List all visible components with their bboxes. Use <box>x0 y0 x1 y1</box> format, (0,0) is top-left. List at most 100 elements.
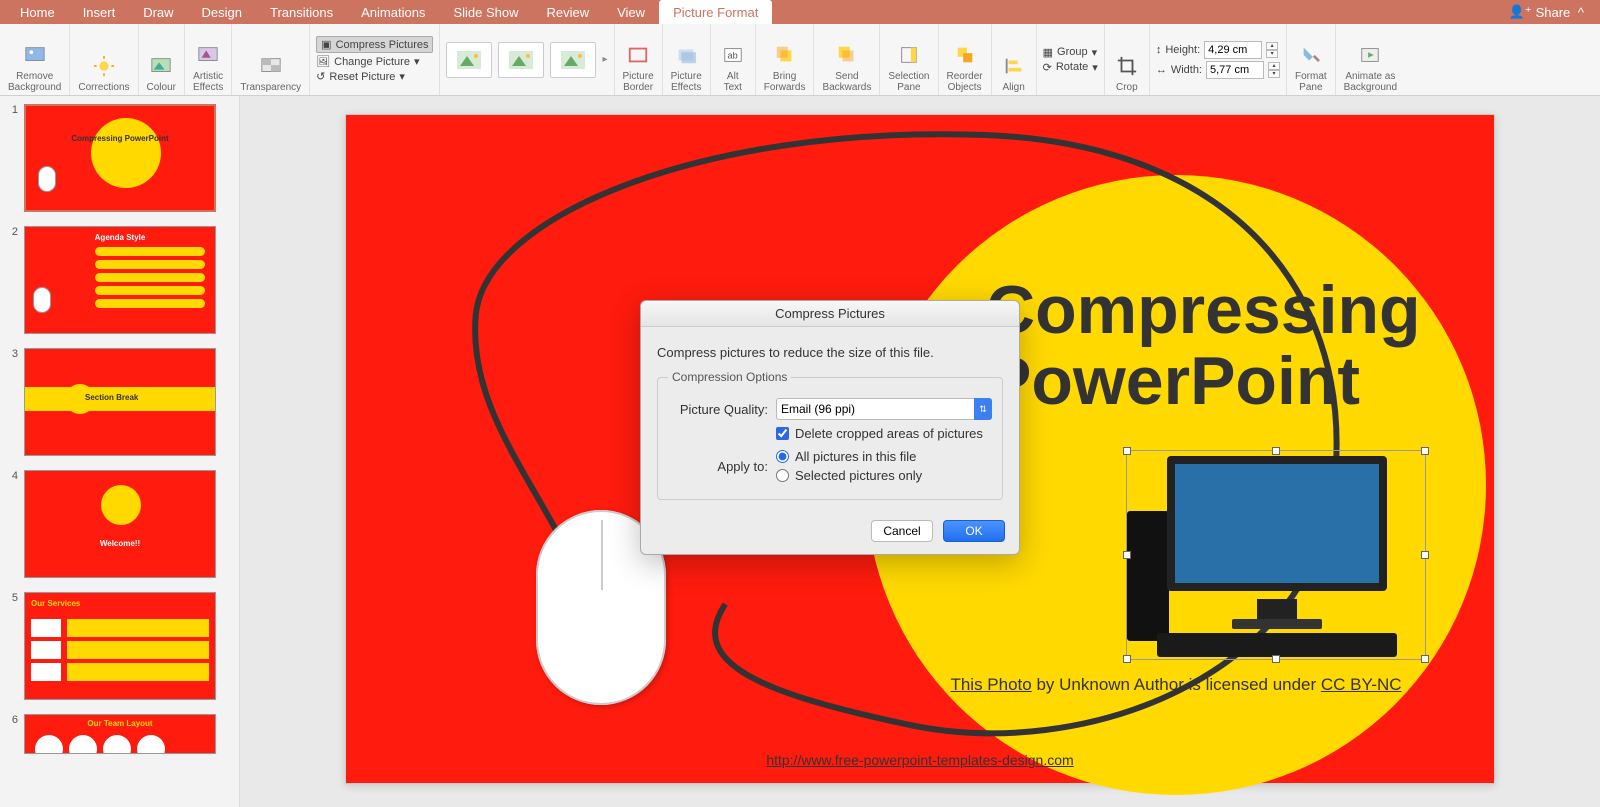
tab-animations[interactable]: Animations <box>347 0 439 24</box>
compress-pictures-dialog: Compress Pictures Compress pictures to r… <box>640 300 1020 555</box>
thumb-number: 4 <box>6 470 18 578</box>
license-link[interactable]: CC BY-NC <box>1321 675 1402 694</box>
thumb-slide-5[interactable]: Our Services <box>24 592 216 700</box>
dropdown-icon: ▾ <box>399 70 405 83</box>
footer-link: http://www.free-powerpoint-templates-des… <box>346 752 1494 768</box>
gallery-more-icon[interactable]: ▸ <box>602 54 607 65</box>
transparency-button[interactable]: Transparency <box>232 24 310 95</box>
tab-insert[interactable]: Insert <box>69 0 130 24</box>
corrections-button[interactable]: Corrections <box>70 24 138 95</box>
keyboard-shape <box>1157 633 1397 657</box>
apply-to-label: Apply to: <box>668 459 768 474</box>
picture-style-1[interactable] <box>446 42 492 78</box>
thumb-slide-1[interactable]: Compressing PowerPoint <box>24 104 216 212</box>
reorder-icon <box>951 41 979 69</box>
photo-attribution: This Photo by Unknown Author is licensed… <box>866 675 1486 695</box>
picture-style-3[interactable] <box>550 42 596 78</box>
apply-selected-label: Selected pictures only <box>795 468 922 483</box>
crop-icon <box>1113 52 1141 80</box>
height-input[interactable] <box>1204 41 1262 59</box>
change-picture-button[interactable]: 🖼 Change Picture ▾ <box>316 55 433 68</box>
alt-text-icon: ab <box>719 41 747 69</box>
thumb-number: 1 <box>6 104 18 212</box>
dropdown-icon: ▾ <box>1092 61 1098 74</box>
tab-slideshow[interactable]: Slide Show <box>439 0 532 24</box>
artistic-effects-button[interactable]: Artistic Effects <box>185 24 232 95</box>
compress-icon: ▣ <box>321 38 331 51</box>
group-button[interactable]: ▦Group▾ <box>1043 46 1098 59</box>
selected-picture[interactable] <box>1126 450 1426 660</box>
send-backwards-button[interactable]: Send Backwards <box>814 24 880 95</box>
template-source-link[interactable]: http://www.free-powerpoint-templates-des… <box>766 752 1073 768</box>
delete-cropped-label: Delete cropped areas of pictures <box>795 426 983 441</box>
collapse-ribbon-icon[interactable]: ^ <box>1574 5 1584 20</box>
share-icon: 👤⁺ <box>1509 4 1532 20</box>
computer-tower-shape <box>1127 511 1169 641</box>
thumb-slide-2[interactable]: Agenda Style <box>24 226 216 334</box>
alt-text-button[interactable]: ab Alt Text <box>711 24 756 95</box>
remove-background-button[interactable]: Remove Background <box>0 24 70 95</box>
height-label: Height: <box>1165 44 1200 56</box>
reorder-objects-button[interactable]: Reorder Objects <box>939 24 992 95</box>
share-label: Share <box>1536 5 1571 20</box>
thumb-slide-3[interactable]: Section Break <box>24 348 216 456</box>
width-input[interactable] <box>1206 61 1264 79</box>
select-dropdown-icon[interactable]: ⇅ <box>974 398 992 420</box>
apply-all-radio[interactable] <box>776 450 789 463</box>
rotate-icon: ⟳ <box>1043 61 1052 74</box>
send-back-icon <box>833 41 861 69</box>
height-icon: ↕ <box>1156 44 1162 56</box>
thumb-slide-6[interactable]: Our Team Layout <box>24 714 216 754</box>
picture-style-2[interactable] <box>498 42 544 78</box>
crop-button[interactable]: Crop <box>1105 24 1150 95</box>
colour-button[interactable]: Colour <box>139 24 185 95</box>
picture-colour-icon <box>147 52 175 80</box>
selection-pane-button[interactable]: Selection Pane <box>880 24 938 95</box>
align-button[interactable]: Align <box>992 24 1037 95</box>
group-icon: ▦ <box>1043 46 1053 59</box>
tab-picture-format[interactable]: Picture Format <box>659 0 772 24</box>
picture-quality-select[interactable]: Email (96 ppi) <box>776 398 992 420</box>
width-stepper[interactable]: ▴▾ <box>1268 62 1280 78</box>
thumb-slide-4[interactable]: Welcome!! <box>24 470 216 578</box>
border-icon <box>624 41 652 69</box>
tab-review[interactable]: Review <box>532 0 603 24</box>
picture-border-button[interactable]: Picture Border <box>615 24 663 95</box>
change-picture-icon: 🖼 <box>316 55 330 68</box>
slide-thumbnails-panel[interactable]: 1 Compressing PowerPoint 2 Agenda Style … <box>0 96 240 807</box>
effects-icon <box>672 41 700 69</box>
thumb-number: 5 <box>6 592 18 700</box>
reset-icon: ↺ <box>316 70 325 83</box>
delete-cropped-checkbox[interactable] <box>776 427 789 440</box>
picture-quality-label: Picture Quality: <box>668 402 768 417</box>
thumb-number: 2 <box>6 226 18 334</box>
svg-text:ab: ab <box>727 51 737 61</box>
compress-pictures-button[interactable]: ▣ Compress Pictures <box>316 36 433 53</box>
apply-selected-radio[interactable] <box>776 469 789 482</box>
artistic-icon <box>194 41 222 69</box>
share-button[interactable]: 👤⁺ Share ^ <box>1499 4 1594 20</box>
selection-pane-icon <box>895 41 923 69</box>
tab-transitions[interactable]: Transitions <box>256 0 347 24</box>
apply-all-label: All pictures in this file <box>795 449 916 464</box>
width-icon: ↔ <box>1156 64 1167 76</box>
format-pane-icon <box>1297 41 1325 69</box>
tab-draw[interactable]: Draw <box>129 0 187 24</box>
reset-picture-button[interactable]: ↺ Reset Picture ▾ <box>316 70 433 83</box>
height-stepper[interactable]: ▴▾ <box>1266 42 1278 58</box>
picture-effects-button[interactable]: Picture Effects <box>663 24 711 95</box>
tab-design[interactable]: Design <box>188 0 256 24</box>
cancel-button[interactable]: Cancel <box>871 520 933 542</box>
tab-view[interactable]: View <box>603 0 659 24</box>
ok-button[interactable]: OK <box>943 520 1005 542</box>
picture-styles-gallery[interactable]: ▸ <box>440 24 614 95</box>
format-pane-button[interactable]: Format Pane <box>1287 24 1336 95</box>
bring-forwards-button[interactable]: Bring Forwards <box>756 24 815 95</box>
animate-as-background-button[interactable]: Animate as Background <box>1336 24 1405 95</box>
bring-forward-icon <box>771 41 799 69</box>
tab-home[interactable]: Home <box>6 0 69 24</box>
animate-bg-icon <box>1356 41 1384 69</box>
this-photo-link[interactable]: This Photo <box>950 675 1031 694</box>
computer-monitor-shape <box>1167 456 1387 591</box>
rotate-button[interactable]: ⟳Rotate▾ <box>1043 61 1098 74</box>
